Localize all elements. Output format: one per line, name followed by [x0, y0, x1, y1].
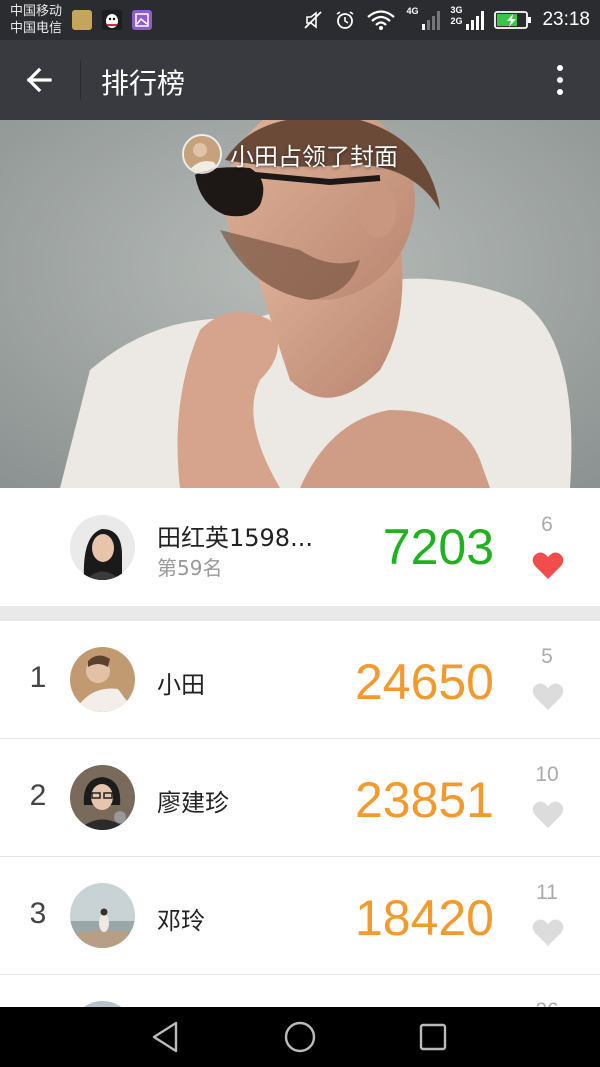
user-name: 廖建珍 — [157, 789, 229, 817]
my-rank: 第59名 — [157, 556, 223, 580]
gallery-icon — [132, 10, 152, 30]
leaderboard-row[interactable]: 3 邓玲 18420 11 — [0, 857, 600, 975]
notification-app-icon — [72, 10, 92, 30]
cover-owner-avatar — [182, 134, 222, 174]
status-right: 4G 3G 2G 23:18 — [302, 0, 590, 40]
signal-3g-icon: 3G 2G — [450, 6, 485, 34]
avatar[interactable] — [70, 765, 135, 830]
system-nav-bar — [0, 1007, 600, 1067]
my-steps: 7203 — [382, 519, 494, 575]
qq-icon — [102, 10, 122, 30]
heart-icon — [532, 683, 564, 710]
heart-icon — [532, 801, 564, 828]
like-button[interactable] — [532, 799, 564, 829]
leaderboard-row[interactable]: 26 — [0, 975, 600, 1007]
carrier-2: 中国电信 — [10, 21, 63, 36]
section-divider — [0, 606, 600, 621]
heart-icon — [532, 552, 564, 579]
heart-icon — [532, 919, 564, 946]
home-circle-icon — [284, 1021, 316, 1053]
status-bar: 中国移动 中国电信 4G 3G 2G 23:18 — [0, 0, 600, 40]
system-recents-button[interactable] — [415, 1019, 451, 1055]
back-triangle-icon — [152, 1021, 178, 1053]
battery-charging-icon — [494, 11, 532, 29]
cover-image[interactable]: 小田占领了封面 — [0, 120, 600, 488]
alarm-icon — [337, 11, 354, 29]
arrow-left-icon — [26, 67, 52, 93]
recents-square-icon — [419, 1023, 447, 1051]
user-name: 小田 — [157, 671, 205, 699]
avatar[interactable] — [70, 883, 135, 948]
leaderboard-row[interactable]: 2 廖建珍 23851 10 — [0, 739, 600, 857]
back-button[interactable] — [20, 60, 60, 100]
leaderboard-list: 1 小田 24650 5 2 廖建珍 23851 10 3 邓玲 18420 1… — [0, 621, 600, 1007]
like-count: 5 — [541, 645, 553, 668]
like-button[interactable] — [532, 681, 564, 711]
more-button[interactable] — [542, 62, 578, 98]
system-home-button[interactable] — [282, 1019, 318, 1055]
cover-banner: 小田占领了封面 — [182, 134, 398, 174]
step-count: 24650 — [354, 654, 494, 710]
system-back-button[interactable] — [148, 1019, 184, 1055]
wifi-icon — [367, 10, 396, 30]
like-count: 11 — [536, 881, 558, 904]
carrier-labels: 中国移动 中国电信 — [10, 3, 62, 37]
like-count: 10 — [535, 763, 559, 786]
step-count: 18420 — [354, 890, 494, 946]
cover-photo — [0, 120, 600, 488]
user-name: 邓玲 — [157, 907, 205, 935]
more-vertical-icon — [557, 65, 563, 95]
like-count: 26 — [532, 999, 562, 1007]
rank-number: 3 — [29, 897, 47, 930]
page-title: 排行榜 — [101, 67, 186, 100]
my-name: 田红英1598... — [157, 524, 313, 552]
my-ranking-row[interactable]: 田红英1598... 第59名 7203 6 — [0, 488, 600, 606]
rank-number: 2 — [29, 779, 47, 812]
status-time: 23:18 — [542, 9, 590, 30]
cover-banner-text: 小田占领了封面 — [230, 142, 398, 171]
title-divider — [80, 60, 81, 100]
rank-number: 1 — [29, 661, 47, 694]
avatar[interactable] — [70, 647, 135, 712]
step-count: 23851 — [354, 772, 494, 828]
leaderboard-row[interactable]: 1 小田 24650 5 — [0, 621, 600, 739]
like-button[interactable] — [532, 550, 564, 580]
my-like-count: 6 — [541, 513, 553, 536]
avatar[interactable] — [70, 515, 135, 580]
signal-4g-icon: 4G — [406, 6, 441, 34]
carrier-1: 中国移动 — [10, 4, 63, 19]
like-button[interactable] — [532, 917, 564, 947]
title-bar: 排行榜 — [0, 40, 600, 120]
mute-icon — [304, 11, 323, 29]
